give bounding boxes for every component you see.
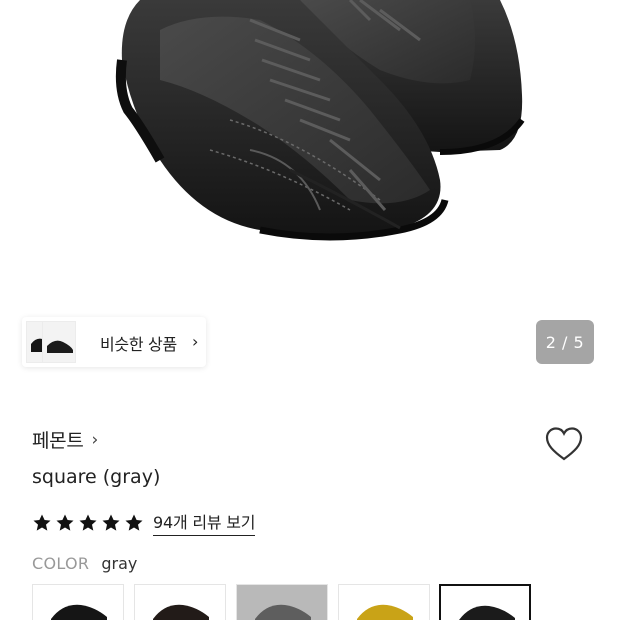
- similar-products-label: 비슷한 상품: [100, 335, 177, 354]
- similar-products-thumbnails: [26, 321, 78, 363]
- star-icon: [33, 514, 51, 531]
- product-title: square (gray): [32, 466, 161, 488]
- reviews-link[interactable]: 94개 리뷰 보기: [153, 509, 256, 536]
- chevron-right-icon: ›: [192, 332, 199, 351]
- brand-link[interactable]: 페몬트 ›: [32, 426, 98, 453]
- color-selector-header: COLOR gray: [32, 554, 137, 573]
- shoe-illustration: [115, 0, 525, 241]
- star-rating: [32, 513, 147, 533]
- similar-thumbnail: [42, 321, 76, 363]
- color-swatch-gray[interactable]: [236, 584, 328, 620]
- rating-row: 94개 리뷰 보기: [32, 509, 256, 536]
- color-value: gray: [101, 554, 138, 573]
- color-swatch-black-brown[interactable]: [134, 584, 226, 620]
- star-icon: [125, 514, 143, 531]
- image-counter: 2 / 5: [536, 320, 594, 364]
- color-swatch-selected[interactable]: [439, 584, 531, 620]
- color-label: COLOR: [32, 554, 90, 573]
- star-icon: [79, 514, 97, 531]
- color-swatch-black[interactable]: [32, 584, 124, 620]
- color-swatches: [32, 584, 620, 620]
- star-icon: [56, 514, 74, 531]
- star-icon: [102, 514, 120, 531]
- similar-products-button[interactable]: 비슷한 상품 ›: [22, 317, 206, 367]
- brand-name: 페몬트: [32, 430, 84, 452]
- product-image[interactable]: [0, 0, 620, 300]
- wishlist-button[interactable]: [543, 424, 585, 464]
- color-swatch-yellow[interactable]: [338, 584, 430, 620]
- chevron-right-icon: ›: [91, 429, 99, 450]
- heart-outline-icon: [545, 427, 583, 461]
